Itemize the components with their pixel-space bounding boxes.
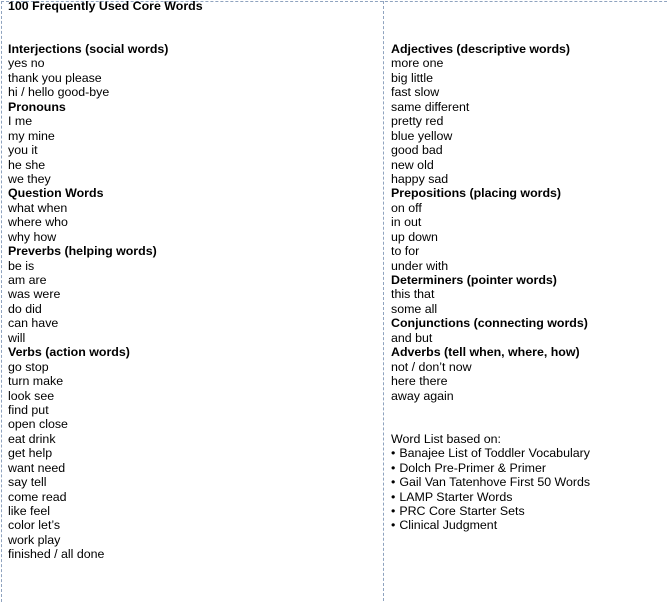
sources-label: Word List based on: (391, 431, 501, 446)
section-heading: Prepositions (placing words) (391, 186, 562, 201)
word-pair: not / don’t now (391, 359, 472, 374)
source-item: • Banajee List of Toddler Vocabulary (391, 446, 661, 460)
bullet-icon: • (391, 446, 396, 461)
word-pair: to for (391, 244, 420, 259)
source-text: PRC Core Starter Sets (399, 504, 525, 518)
word-pair: fast slow (391, 85, 440, 100)
word-pair: here there (391, 374, 448, 389)
section-heading: Question Words (8, 186, 104, 201)
word-pair: like feel (8, 504, 51, 518)
word-pair: eat drink (8, 431, 56, 446)
word-pair: say tell (8, 475, 47, 490)
bullet-icon: • (391, 489, 396, 504)
word-pair: look see (8, 388, 55, 403)
source-text: LAMP Starter Words (399, 489, 513, 504)
word-pair: new old (391, 157, 434, 172)
left-column: Interjections (social words) yes no thank … (8, 42, 378, 562)
word-pair: what when (8, 200, 68, 215)
word-pair: same different (391, 99, 470, 114)
section-conjunctions: Conjunctions (connecting words) and but (391, 316, 661, 345)
word-pair: under with (391, 258, 449, 273)
word-pair: will (8, 330, 26, 345)
section-heading: Determiners (pointer words) (391, 273, 557, 287)
source-item: • Clinical Judgment (391, 518, 661, 532)
word-pair: big little (391, 70, 434, 85)
word-pair: get help (8, 446, 53, 461)
source-item: • LAMP Starter Words (391, 490, 661, 504)
section-heading: Preverbs (helping words) (8, 244, 157, 259)
bullet-icon: • (391, 504, 396, 518)
word-pair: where who (8, 215, 68, 230)
section-heading: Interjections (social words) (8, 42, 169, 56)
section-adjectives: Adjectives (descriptive words) more one bi… (391, 42, 661, 186)
word-pair: can have (8, 316, 59, 331)
word-pair: he she (8, 157, 46, 172)
bullet-icon: • (391, 518, 396, 533)
section-heading: Verbs (action words) (8, 345, 130, 360)
word-pair: do did (8, 301, 42, 316)
section-question-words: Question Words what when where who why how (8, 186, 378, 244)
word-pair: away again (391, 388, 454, 403)
section-heading: Adverbs (tell when, where, how) (391, 345, 580, 360)
word-pair: go stop (8, 359, 49, 374)
word-pair: we they (8, 171, 51, 186)
sources-list: Word List based on: • Banajee List of Todd… (391, 432, 661, 533)
word-pair: pretty red (391, 114, 444, 129)
word-pair: up down (391, 229, 438, 244)
word-pair: this that (391, 287, 435, 302)
word-pair: thank you please (8, 70, 102, 85)
section-interjections: Interjections (social words) yes no thank … (8, 42, 378, 100)
section-verbs: Verbs (action words) go stop turn make look… (8, 345, 378, 562)
section-preverbs: Preverbs (helping words) be is am are was w… (8, 244, 378, 345)
section-pronouns: Pronouns I me my mine you it he she we they (8, 100, 378, 187)
word-pair: find put (8, 402, 49, 417)
source-item: • Gail Van Tatenhove First 50 Words (391, 475, 661, 489)
word-pair: you it (8, 143, 38, 158)
word-pair: open close (8, 417, 68, 432)
source-item: • PRC Core Starter Sets (391, 504, 661, 518)
word-pair: hi / hello good-bye (8, 85, 110, 100)
word-pair: and but (391, 330, 433, 345)
word-pair: more one (391, 56, 444, 71)
source-item: • Dolch Pre-Primer & Primer (391, 461, 661, 475)
source-text: Banajee List of Toddler Vocabulary (399, 446, 590, 461)
bullet-icon: • (391, 460, 396, 475)
section-adverbs: Adverbs (tell when, where, how) not / don… (391, 345, 661, 403)
section-heading: Conjunctions (connecting words) (391, 316, 588, 331)
section-heading: Pronouns (8, 99, 66, 114)
word-pair: color let’s (8, 518, 61, 533)
bullet-icon: • (391, 475, 396, 490)
right-column: Adjectives (descriptive words) more one bi… (391, 42, 661, 533)
source-text: Dolch Pre-Primer & Primer (399, 460, 546, 475)
word-pair: why how (8, 229, 57, 244)
word-pair: want need (8, 460, 66, 475)
word-pair: come read (8, 489, 67, 504)
word-pair: my mine (8, 128, 55, 143)
word-pair: in out (391, 215, 422, 230)
page-title: 100 Frequently Used Core Words (8, 0, 203, 13)
word-pair: happy sad (391, 171, 449, 186)
section-determiners: Determiners (pointer words) this that some… (391, 273, 661, 316)
section-prepositions: Prepositions (placing words) on off in out… (391, 186, 661, 273)
word-pair: yes no (8, 56, 45, 71)
word-pair: blue yellow (391, 128, 453, 143)
word-pair: turn make (8, 374, 64, 389)
word-pair: on off (391, 200, 422, 215)
section-heading: Adjectives (descriptive words) (391, 42, 571, 56)
word-pair: be is (8, 258, 35, 273)
word-pair: am are (8, 273, 47, 287)
word-pair: finished / all done (8, 547, 105, 562)
word-pair: good bad (391, 143, 443, 158)
word-pair: work play (8, 532, 61, 547)
source-text: Clinical Judgment (399, 518, 498, 533)
word-pair: I me (8, 114, 33, 129)
column-divider (383, 1, 384, 601)
source-text: Gail Van Tatenhove First 50 Words (399, 475, 591, 490)
word-pair: was were (8, 287, 61, 302)
word-pair: some all (391, 301, 438, 316)
